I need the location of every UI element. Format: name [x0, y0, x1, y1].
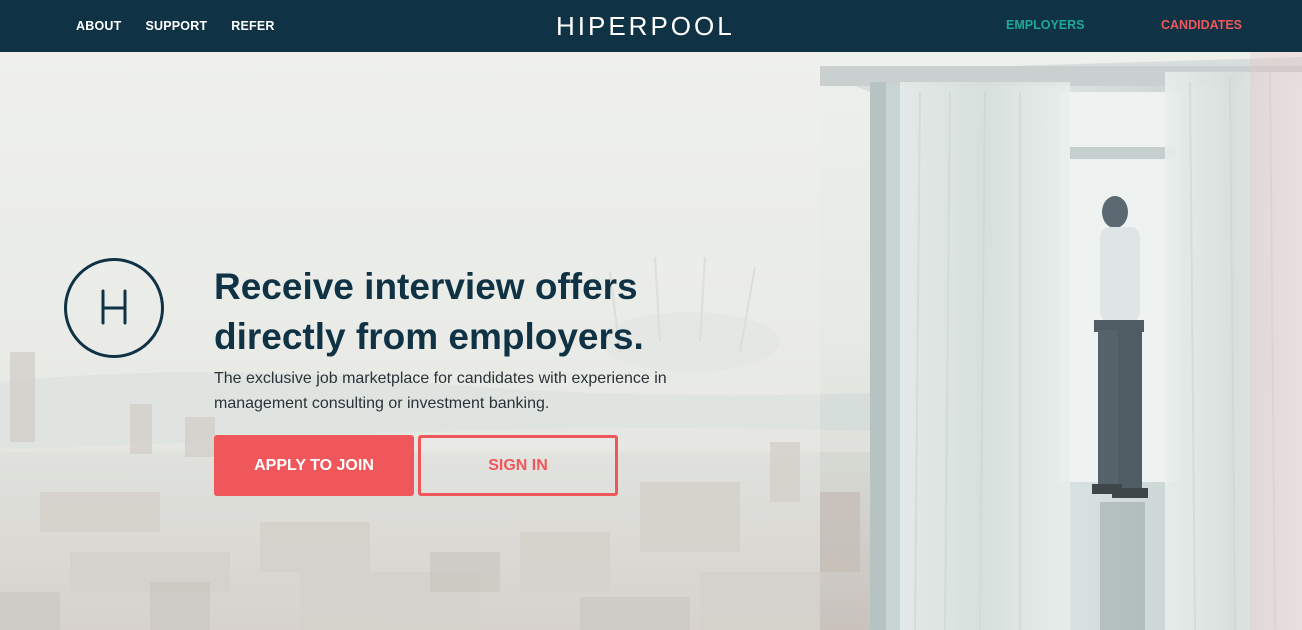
hero-subtitle: The exclusive job marketplace for candid… — [214, 366, 734, 416]
apply-to-join-button[interactable]: APPLY TO JOIN — [214, 435, 414, 496]
hiperpool-logo[interactable]: HIPERPOOL — [556, 11, 746, 41]
nav-employers-link[interactable]: EMPLOYERS — [1006, 18, 1085, 32]
top-nav: ABOUT SUPPORT REFER HIPERPOOL EMPLOYERS … — [0, 0, 1302, 52]
h-logo-circle-icon — [64, 258, 164, 358]
headline-line-1: Receive interview offers — [214, 266, 638, 307]
hero-section: Receive interview offers directly from e… — [0, 52, 1302, 630]
nav-about-link[interactable]: ABOUT — [76, 19, 121, 33]
nav-links: ABOUT SUPPORT REFER — [76, 0, 275, 52]
headline-line-2: directly from employers. — [214, 316, 644, 357]
nav-support-link[interactable]: SUPPORT — [145, 19, 207, 33]
nav-candidates-link[interactable]: CANDIDATES — [1161, 18, 1242, 32]
subtitle-line-2: management consulting or investment bank… — [214, 395, 550, 412]
sign-in-button[interactable]: SIGN IN — [418, 435, 618, 496]
h-glyph-icon — [101, 289, 127, 325]
nav-refer-link[interactable]: REFER — [231, 19, 274, 33]
hero-headline: Receive interview offers directly from e… — [214, 262, 774, 362]
subtitle-line-1: The exclusive job marketplace for candid… — [214, 370, 667, 387]
